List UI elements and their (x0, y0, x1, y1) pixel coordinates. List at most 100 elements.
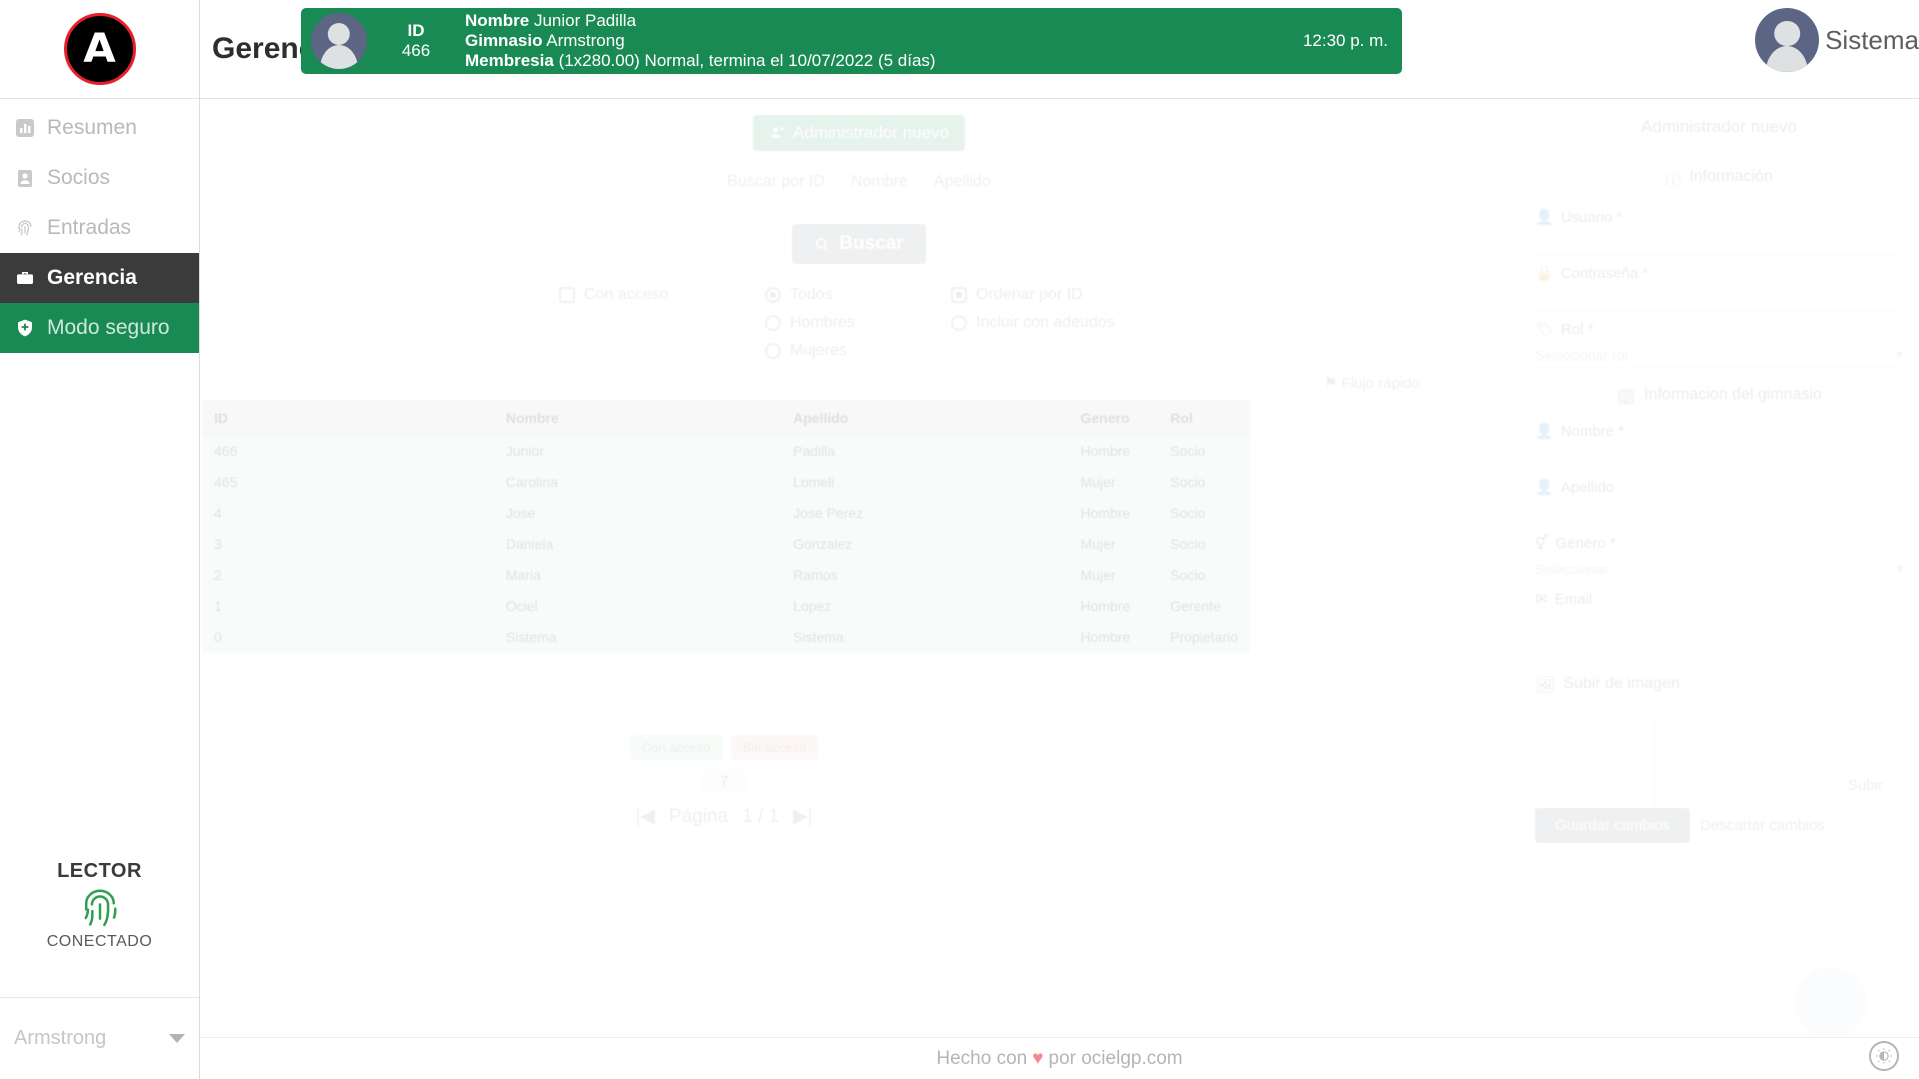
brand-logo[interactable]: A (0, 0, 199, 99)
section-label: Informacion del gimnasio (1644, 386, 1822, 403)
fingerprint-icon (0, 885, 199, 931)
member-name-key: Nombre (465, 11, 530, 30)
sidebar-item-resumen[interactable]: Resumen (0, 103, 199, 153)
cell-nombre: Maria (493, 559, 782, 591)
filter-mujeres[interactable]: Mujeres (765, 342, 925, 360)
search-button[interactable]: Buscar (792, 224, 926, 264)
tab-apellido[interactable]: Apellido (934, 173, 991, 191)
cell-rol: Socio (1158, 466, 1250, 498)
radio-icon (765, 315, 781, 331)
fingerprint-icon (14, 217, 36, 239)
rol-select[interactable]: Seleccionar rol ▾ (1535, 342, 1903, 368)
column-header[interactable]: ID (202, 400, 494, 436)
fab-button[interactable] (1795, 967, 1867, 1039)
footer-text-after: por ocielgp.com (1048, 1047, 1183, 1069)
cell-apellido: Lomeli (781, 466, 1069, 498)
user-name: Sistema (1825, 24, 1919, 55)
usuario-input[interactable] (1535, 230, 1903, 256)
brightness-icon[interactable] (1869, 1041, 1899, 1071)
email-input[interactable] (1535, 612, 1903, 638)
member-gym-value: Armstrong (546, 31, 625, 50)
save-button[interactable]: Guardar cambios (1535, 808, 1691, 843)
column-header[interactable]: Rol (1158, 400, 1250, 436)
member-id-block: ID 466 (367, 21, 465, 61)
cell-apellido: Ramos (781, 559, 1069, 591)
flujo-rapido-link[interactable]: ⚑ Flujo rápido (200, 374, 1518, 392)
user-menu[interactable]: Sistema (1755, 8, 1919, 72)
table-row[interactable]: 0 Sistema Sistema Hombre Propietario (202, 621, 1250, 653)
member-avatar (311, 13, 367, 69)
filter-hombres[interactable]: Hombres (765, 314, 925, 332)
sidebar-item-gerencia[interactable]: Gerencia (0, 253, 199, 303)
checkin-time: 12:30 p. m. (1302, 31, 1388, 50)
pagination-label: Página (668, 805, 729, 827)
reader-title: LECTOR (57, 860, 142, 882)
table-row[interactable]: 466 Junior Padilla Hombre Socio (202, 436, 1250, 467)
sidebar-item-entradas[interactable]: Entradas (0, 203, 199, 253)
cell-rol: Gerente (1158, 590, 1250, 622)
reader-status-block: LECTOR CONECTADO (0, 860, 199, 951)
member-checkin-banner[interactable]: ID 466 Nombre Junior Padilla Gimnasio Ar… (301, 8, 1402, 74)
table-row[interactable]: 2 Maria Ramos Mujer Socio (202, 559, 1250, 591)
nombre-input[interactable] (1535, 444, 1903, 470)
tab-nombre[interactable]: Nombre (851, 173, 908, 191)
cell-id: 465 (202, 466, 494, 498)
sidebar-item-label: Modo seguro (47, 316, 170, 339)
gym-selector-value: Armstrong (14, 1027, 107, 1049)
column-header[interactable]: Nombre (493, 400, 782, 436)
footer: Hecho con ♥ por ocielgp.com (200, 1037, 1919, 1079)
sidebar-item-label: Entradas (47, 216, 132, 239)
table-row[interactable]: 465 Carolina Lomeli Mujer Socio (202, 466, 1250, 498)
member-gym-key: Gimnasio (465, 31, 543, 50)
gym-selector[interactable]: Armstrong (0, 997, 199, 1079)
flag-icon: ⚑ (1323, 375, 1338, 392)
photo-upload-note[interactable]: Subir (1519, 777, 1919, 794)
flujo-rapido-label: Flujo rápido (1341, 375, 1420, 392)
cell-apellido: Gonzalez (781, 528, 1069, 560)
filter-todos[interactable]: Todos (765, 286, 925, 304)
sidebar: A Resumen Socios Entradas Gerencia Modo … (0, 0, 200, 1079)
badge-con-acceso: Con acceso (629, 735, 723, 760)
filter-label: Todos (790, 286, 833, 303)
member-name-value: Junior Padilla (533, 11, 637, 30)
contrasena-input[interactable] (1535, 286, 1903, 312)
user-icon: 👤 (1535, 479, 1554, 496)
genero-select[interactable]: Seleccionar ▾ (1535, 556, 1903, 582)
checkbox-icon (559, 287, 575, 303)
discard-button[interactable]: Descartar cambios (1700, 817, 1825, 834)
radio-icon (765, 287, 781, 303)
table-row[interactable]: 1 Ociel Lopez Hombre Gerente (202, 590, 1250, 622)
add-admin-button[interactable]: Administrador nuevo (753, 115, 965, 151)
first-page-icon[interactable]: |◀ (635, 805, 655, 828)
column-header[interactable]: Genero (1068, 400, 1159, 436)
radio-icon (765, 343, 781, 359)
cell-id: 1 (202, 590, 494, 622)
field-value: Seleccionar (1535, 560, 1609, 577)
result-count: 7 (701, 770, 747, 793)
filter-con-acceso[interactable]: Con acceso (559, 286, 739, 304)
column-header[interactable]: Apellido (781, 400, 1069, 436)
tab-buscar-id[interactable]: Buscar por ID (727, 173, 825, 191)
apellido-input[interactable] (1535, 500, 1903, 526)
field-apellido: 👤 Apellido (1519, 472, 1919, 528)
filter-label: Ordenar por ID (976, 286, 1083, 303)
last-page-icon[interactable]: ▶| (793, 805, 813, 828)
avatar (1755, 8, 1820, 72)
filter-incluir-adeudos[interactable]: Incluir con adeudos (951, 314, 1171, 332)
member-info: Nombre Junior Padilla Gimnasio Armstrong… (465, 11, 1303, 71)
user-icon: 👤 (1535, 423, 1554, 440)
info-icon: ⓘ (1665, 174, 1682, 191)
sidebar-item-modo-seguro[interactable]: Modo seguro (0, 303, 199, 353)
table-row[interactable]: 3 Daniela Gonzalez Mujer Socio (202, 528, 1250, 560)
field-label: Nombre * (1560, 422, 1625, 440)
search-button-label: Buscar (839, 233, 904, 254)
sidebar-item-socios[interactable]: Socios (0, 153, 199, 203)
cell-apellido: Padilla (781, 436, 1069, 467)
cell-genero: Hombre (1068, 590, 1159, 622)
filter-group: Con acceso Todos Ordenar por ID Hombres (559, 286, 1159, 360)
member-id-value: 466 (401, 41, 431, 60)
table-row[interactable]: 4 Jose Jose Perez Hombre Socio (202, 497, 1250, 529)
main-content: Administrador nuevo Buscar por ID Nombre… (200, 99, 1919, 1079)
section-label: Información (1689, 168, 1773, 185)
filter-ordenar-id[interactable]: Ordenar por ID (951, 286, 1171, 304)
